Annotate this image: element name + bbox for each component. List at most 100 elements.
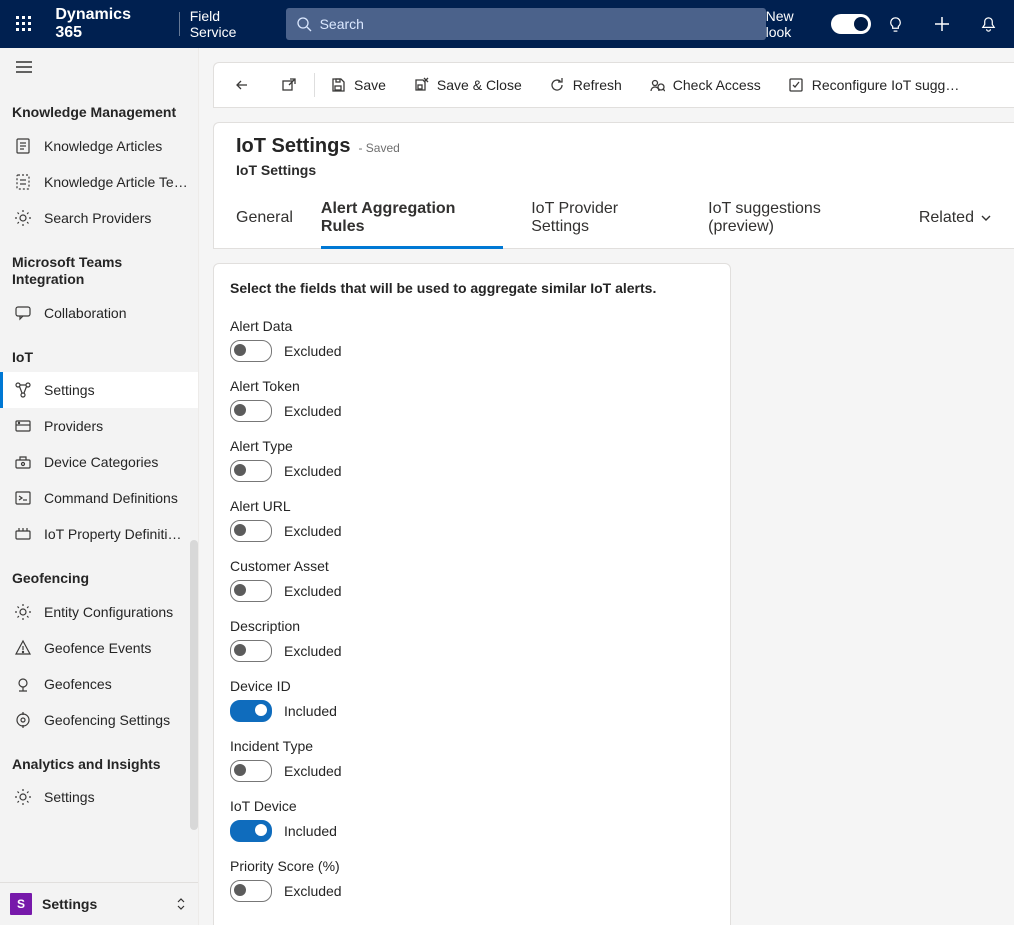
field-toggle[interactable] xyxy=(230,460,272,482)
sidebar-item-geofencing-settings[interactable]: Geofencing Settings xyxy=(0,702,198,738)
sidebar-item-label: Settings xyxy=(44,789,95,805)
cmd-label: Save xyxy=(354,77,386,93)
sidebar-item-collaboration[interactable]: Collaboration xyxy=(0,295,198,331)
sidebar-item-settings[interactable]: Settings xyxy=(0,779,198,815)
tab-general[interactable]: General xyxy=(236,192,293,248)
field-label: Incident Type xyxy=(230,738,710,754)
field-iot-device: IoT Device Included xyxy=(230,798,710,842)
top-bar: Dynamics 365 Field Service Search New lo… xyxy=(0,0,1014,48)
sidebar-item-entity-configurations[interactable]: Entity Configurations xyxy=(0,594,198,630)
sidebar-item-command-definitions[interactable]: Command Definitions xyxy=(0,480,198,516)
sidebar-item-device-categories[interactable]: Device Categories xyxy=(0,444,198,480)
refresh-icon xyxy=(549,77,565,93)
sidebar-item-knowledge-articles[interactable]: Knowledge Articles xyxy=(0,128,198,164)
sidebar-item-settings[interactable]: Settings xyxy=(0,372,198,408)
field-incident-type: Incident Type Excluded xyxy=(230,738,710,782)
cmd-save[interactable]: Save xyxy=(318,63,398,107)
tab-label: IoT suggestions (preview) xyxy=(708,200,891,236)
aggregation-panel: Select the fields that will be used to a… xyxy=(213,263,731,925)
sidebar-item-label: Knowledge Articles xyxy=(44,138,162,154)
sidebar-item-knowledge-article-templates[interactable]: Knowledge Article Templates xyxy=(0,164,198,200)
help-button[interactable] xyxy=(874,0,917,48)
field-toggle[interactable] xyxy=(230,640,272,662)
document-icon xyxy=(14,137,32,155)
form-tabs: General Alert Aggregation Rules IoT Provid… xyxy=(214,192,1014,249)
cmd-label: Refresh xyxy=(573,77,622,93)
cmd-refresh[interactable]: Refresh xyxy=(537,63,634,107)
sidebar-group-title: IoT xyxy=(0,331,198,373)
new-look-label: New look xyxy=(766,8,823,40)
add-button[interactable] xyxy=(920,0,963,48)
field-toggle[interactable] xyxy=(230,340,272,362)
tab-related[interactable]: Related xyxy=(919,192,992,248)
cmd-back[interactable] xyxy=(220,63,264,107)
brand-label[interactable]: Dynamics 365 xyxy=(47,6,168,42)
field-toggle[interactable] xyxy=(230,820,272,842)
save-icon xyxy=(330,77,346,93)
tab-iot-provider-settings[interactable]: IoT Provider Settings xyxy=(531,192,680,248)
main-area: Save Save & Close Refresh Check AccessRecon… xyxy=(199,48,1014,925)
new-look-toggle[interactable] xyxy=(831,14,870,34)
sidebar-group-title: Knowledge Management xyxy=(0,86,198,128)
sidebar-scrollbar[interactable] xyxy=(190,540,198,830)
hamburger-icon xyxy=(14,57,34,77)
field-state: Included xyxy=(284,703,337,719)
back-icon xyxy=(234,77,250,93)
field-state: Excluded xyxy=(284,583,342,599)
field-label: Alert Data xyxy=(230,318,710,334)
sidebar-item-iot-property-definitions[interactable]: IoT Property Definitions xyxy=(0,516,198,552)
field-label: Alert Token xyxy=(230,378,710,394)
field-label: Customer Asset xyxy=(230,558,710,574)
cmd-reconf[interactable]: Reconfigure IoT suggestions xyxy=(776,63,974,107)
app-name-label[interactable]: Field Service xyxy=(190,8,270,40)
property-icon xyxy=(14,525,32,543)
app-launcher-button[interactable] xyxy=(0,0,47,48)
field-state: Excluded xyxy=(284,643,342,659)
field-label: Priority Score (%) xyxy=(230,858,710,874)
save-close-icon xyxy=(413,77,429,93)
tab-iot-suggestions-preview[interactable]: IoT suggestions (preview) xyxy=(708,192,891,248)
field-toggle[interactable] xyxy=(230,580,272,602)
check-access-icon xyxy=(649,77,665,93)
field-state: Excluded xyxy=(284,463,342,479)
tab-label: IoT Provider Settings xyxy=(531,200,680,236)
sidebar-item-label: Settings xyxy=(44,382,95,398)
chat-icon xyxy=(14,304,32,322)
field-priority-score: Priority Score (%) Excluded xyxy=(230,858,710,902)
cmd-saveclose[interactable]: Save & Close xyxy=(401,63,534,107)
warning-icon xyxy=(14,639,32,657)
cmd-open[interactable] xyxy=(267,63,311,107)
panel-heading: Select the fields that will be used to a… xyxy=(230,280,710,296)
nodes-icon xyxy=(14,381,32,399)
sidebar-collapse-button[interactable] xyxy=(14,57,34,77)
page-header: IoT Settings - Saved IoT Settings Genera… xyxy=(213,122,1014,249)
sidebar-item-label: Geofencing Settings xyxy=(44,712,170,728)
field-toggle[interactable] xyxy=(230,760,272,782)
sidebar-item-search-providers[interactable]: Search Providers xyxy=(0,200,198,236)
open-new-window-icon xyxy=(281,77,297,93)
sidebar-item-providers[interactable]: Providers xyxy=(0,408,198,444)
field-alert-data: Alert Data Excluded xyxy=(230,318,710,362)
field-toggle[interactable] xyxy=(230,880,272,902)
plus-icon xyxy=(934,16,950,32)
field-toggle[interactable] xyxy=(230,520,272,542)
geo-settings-icon xyxy=(14,711,32,729)
gear-icon xyxy=(14,209,32,227)
device-category-icon xyxy=(14,453,32,471)
field-toggle[interactable] xyxy=(230,400,272,422)
reconfigure-icon xyxy=(788,77,804,93)
cmd-check[interactable]: Check Access xyxy=(637,63,773,107)
field-state: Excluded xyxy=(284,343,342,359)
area-switcher[interactable]: S Settings xyxy=(0,882,198,925)
tab-label: Alert Aggregation Rules xyxy=(321,200,503,236)
global-search[interactable]: Search xyxy=(286,8,766,40)
sidebar-item-geofence-events[interactable]: Geofence Events xyxy=(0,630,198,666)
document-template-icon xyxy=(14,173,32,191)
notifications-button[interactable] xyxy=(967,0,1010,48)
sidebar-item-label: Search Providers xyxy=(44,210,151,226)
field-toggle[interactable] xyxy=(230,700,272,722)
field-customer-asset: Customer Asset Excluded xyxy=(230,558,710,602)
sidebar-item-label: IoT Property Definitions xyxy=(44,526,188,542)
tab-alert-aggregation-rules[interactable]: Alert Aggregation Rules xyxy=(321,192,503,248)
sidebar-item-geofences[interactable]: Geofences xyxy=(0,666,198,702)
